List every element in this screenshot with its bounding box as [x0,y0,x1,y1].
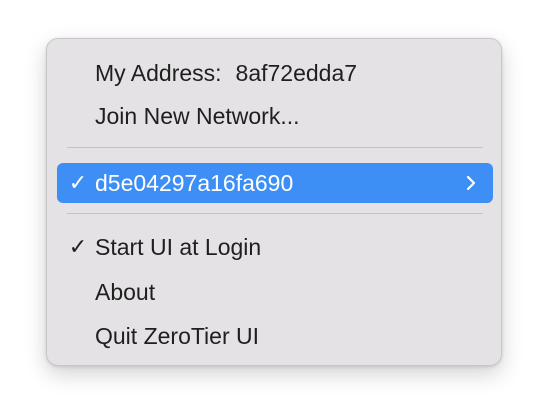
join-network-label: Join New Network... [95,103,300,129]
quit-label: Quit ZeroTier UI [95,323,260,349]
my-address-value: 8af72edda7 [235,60,358,86]
menu-item-about[interactable]: About [57,275,493,309]
my-address-label: My Address: [95,60,222,86]
menu-item-quit[interactable]: Quit ZeroTier UI [57,319,493,353]
menu-item-start-at-login[interactable]: ✓ Start UI at Login [57,230,493,264]
start-at-login-label: Start UI at Login [95,234,262,260]
my-address-text: My Address: 8af72edda7 [95,56,357,90]
checkmark-icon: ✓ [68,234,88,259]
checkmark-icon: ✓ [68,170,88,195]
menu-item-network[interactable]: ✓ d5e04297a16fa690 [57,163,493,203]
menu-item-my-address[interactable]: My Address: 8af72edda7 [57,56,493,90]
menu-separator [67,147,483,148]
context-menu: My Address: 8af72edda7 Join New Network..… [46,38,502,366]
network-id-label: d5e04297a16fa690 [95,170,294,196]
about-label: About [95,279,156,305]
chevron-right-icon [466,175,476,191]
menu-separator [67,213,483,214]
menu-item-join-network[interactable]: Join New Network... [57,99,493,133]
